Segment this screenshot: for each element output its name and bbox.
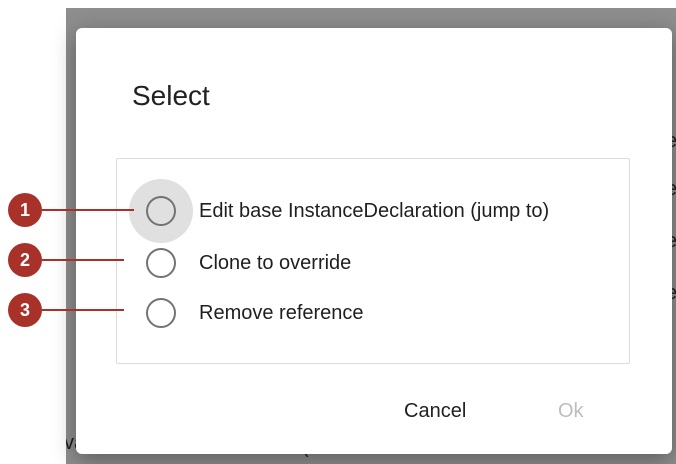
callout-marker: 1	[8, 193, 42, 227]
radio-button[interactable]	[129, 179, 193, 243]
radio-circle-icon	[146, 196, 176, 226]
option-remove-reference[interactable]: Remove reference	[141, 293, 364, 333]
option-clone-to-override[interactable]: Clone to override	[141, 243, 351, 283]
callout-leader-line	[42, 309, 124, 311]
radio-button[interactable]	[141, 243, 181, 283]
callout-marker: 3	[8, 293, 42, 327]
radio-button[interactable]	[141, 293, 181, 333]
callout-leader-line	[42, 209, 134, 211]
callout-marker: 2	[8, 243, 42, 277]
option-label: Clone to override	[199, 251, 352, 274]
option-edit-base[interactable]: Edit base InstanceDeclaration (jump to)	[129, 179, 550, 243]
radio-circle-icon	[146, 298, 176, 328]
option-label: Edit base InstanceDeclaration (jump to)	[199, 199, 550, 222]
select-dialog: Select Edit base InstanceDeclaration (ju…	[76, 28, 672, 454]
radio-group: Edit base InstanceDeclaration (jump to) …	[116, 158, 630, 364]
ok-button[interactable]: Ok	[550, 396, 592, 427]
option-label: Remove reference	[199, 301, 364, 324]
dialog-title: Select	[132, 80, 210, 111]
cancel-button[interactable]: Cancel	[396, 396, 474, 427]
callout-leader-line	[42, 259, 124, 261]
radio-circle-icon	[146, 248, 176, 278]
